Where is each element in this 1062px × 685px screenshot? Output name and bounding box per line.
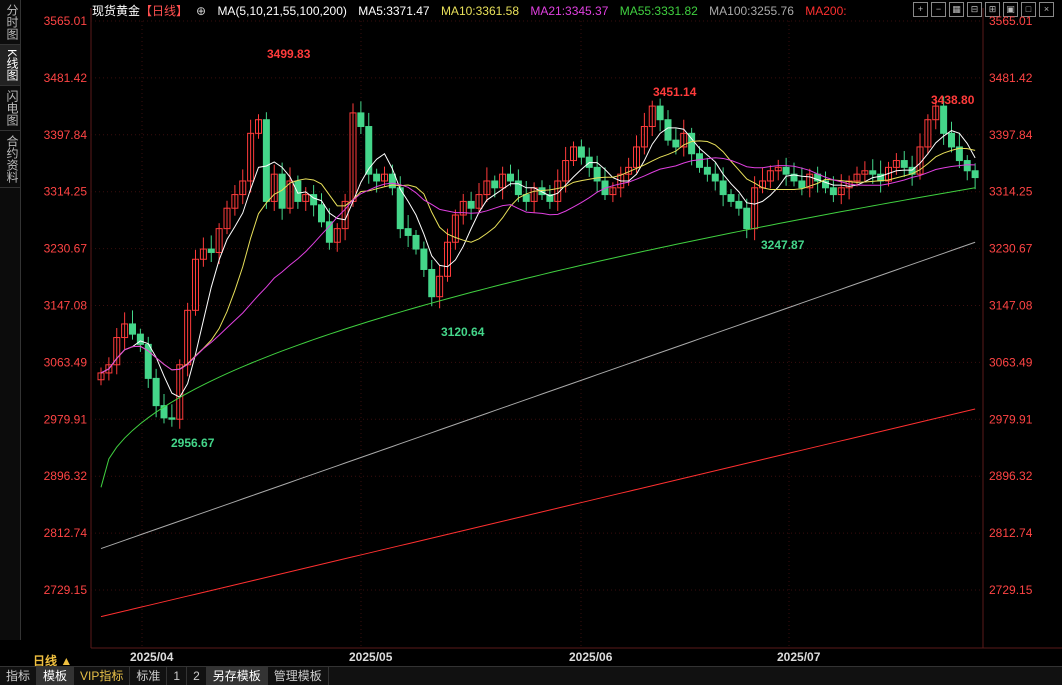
annotation-high-apr: 3499.83: [267, 47, 311, 61]
candle-body: [656, 105, 664, 121]
tab-2[interactable]: 2: [187, 667, 207, 685]
candle-body: [719, 180, 727, 196]
y-tick-right: 3314.25: [989, 185, 1033, 199]
y-tick-right: 3397.84: [989, 128, 1033, 142]
y-tick-right: 3481.42: [989, 71, 1033, 85]
annotation-high-jul: 3438.80: [931, 93, 975, 107]
ma100-line: [100, 241, 976, 550]
candle-body: [507, 173, 514, 182]
candle-body: [325, 221, 333, 243]
y-tick-left: 3481.42: [44, 71, 88, 85]
candle-body: [396, 187, 404, 230]
annotation-high-jun: 3451.14: [653, 85, 697, 99]
candle-body: [735, 200, 743, 209]
y-tick-left: 3314.25: [44, 185, 88, 199]
y-tick-left: 2729.15: [44, 583, 88, 597]
ma200-line: [100, 408, 976, 618]
candle-body: [412, 234, 420, 250]
x-tick-jul: 2025/07: [777, 650, 821, 664]
candle-body: [357, 112, 365, 128]
annotation-low-apr: 2956.67: [171, 436, 215, 450]
y-tick-left: 3230.67: [44, 242, 88, 256]
tab-manage-template[interactable]: 管理模板: [268, 667, 329, 685]
y-tick-right: 3565.01: [989, 14, 1033, 28]
candle-body: [207, 248, 215, 253]
candle-body: [420, 248, 428, 270]
candle-body: [940, 105, 948, 134]
candle-body: [900, 160, 908, 168]
y-tick-left: 2812.74: [44, 526, 88, 540]
kline-chart[interactable]: 3565.01 3565.01 3481.42 3481.42 3397.84 3397.…: [21, 0, 1062, 666]
tab-save-template[interactable]: 另存模板: [206, 667, 268, 685]
candle-body: [963, 160, 971, 172]
candle-body: [593, 166, 601, 182]
y-tick-right: 2979.91: [989, 412, 1033, 426]
y-tick-left: 3063.49: [44, 355, 88, 369]
candle-body: [696, 153, 703, 168]
y-tick-right: 3147.08: [989, 299, 1033, 313]
tab-template[interactable]: 模板: [37, 667, 75, 685]
left-tabs: 分时图 K线图 闪电图 合约资料: [0, 0, 21, 640]
candle-body: [948, 132, 955, 148]
candle-body: [743, 207, 751, 230]
x-tick-may: 2025/05: [349, 650, 393, 664]
candle-body: [467, 200, 475, 209]
ma5-line: [100, 127, 976, 398]
bottom-toolbar: 指标 模板 VIP指标 标准 1 2 另存模板 管理模板: [0, 666, 1062, 685]
candle-body: [711, 173, 719, 182]
ma55-line: [100, 187, 976, 488]
candle-body: [577, 146, 585, 158]
tab-standard[interactable]: 标准: [130, 667, 168, 685]
y-tick-left: 3397.84: [44, 128, 88, 142]
candle-body: [971, 170, 979, 179]
annotation-low-may: 3120.64: [441, 325, 485, 339]
y-tick-left: 2896.32: [44, 469, 88, 483]
candle-body: [491, 180, 499, 189]
y-tick-right: 2896.32: [989, 469, 1033, 483]
candle-body: [129, 323, 136, 335]
candle-body: [798, 180, 806, 189]
candle-body: [428, 268, 436, 298]
candle-body: [404, 228, 412, 236]
candle-body: [869, 170, 877, 175]
tab-kline[interactable]: K线图: [0, 45, 20, 87]
candle-body: [294, 180, 302, 202]
candle-body: [829, 187, 837, 196]
candle-body: [522, 194, 530, 202]
y-tick-left: 3565.01: [44, 14, 88, 28]
candle-body: [318, 204, 325, 223]
candle-body: [168, 417, 176, 420]
tab-timeshare[interactable]: 分时图: [0, 0, 20, 45]
tab-flash[interactable]: 闪电图: [0, 86, 20, 132]
candle-body: [365, 126, 373, 175]
tab-indicator[interactable]: 指标: [0, 667, 38, 685]
candle-body: [703, 166, 711, 175]
candle-body: [514, 180, 522, 196]
y-tick-right: 2729.15: [989, 583, 1033, 597]
y-tick-right: 2812.74: [989, 526, 1033, 540]
annotation-low-jun: 3247.87: [761, 238, 805, 252]
y-tick-left: 3147.08: [44, 299, 88, 313]
candle-body: [152, 377, 160, 407]
tab-contract-info[interactable]: 合约资料: [0, 131, 20, 189]
y-tick-right: 3230.67: [989, 242, 1033, 256]
tab-1[interactable]: 1: [167, 667, 188, 685]
candle-body: [727, 194, 735, 202]
x-tick-apr: 2025/04: [130, 650, 174, 664]
candle-body: [373, 173, 381, 182]
tab-vip-indicator[interactable]: VIP指标: [74, 667, 131, 685]
candle-body: [262, 119, 270, 202]
y-tick-right: 3063.49: [989, 355, 1033, 369]
ma10-line: [100, 140, 976, 374]
y-tick-left: 2979.91: [44, 412, 88, 426]
candle-body: [782, 166, 790, 175]
candle-body: [672, 139, 680, 148]
x-tick-jun: 2025/06: [569, 650, 613, 664]
